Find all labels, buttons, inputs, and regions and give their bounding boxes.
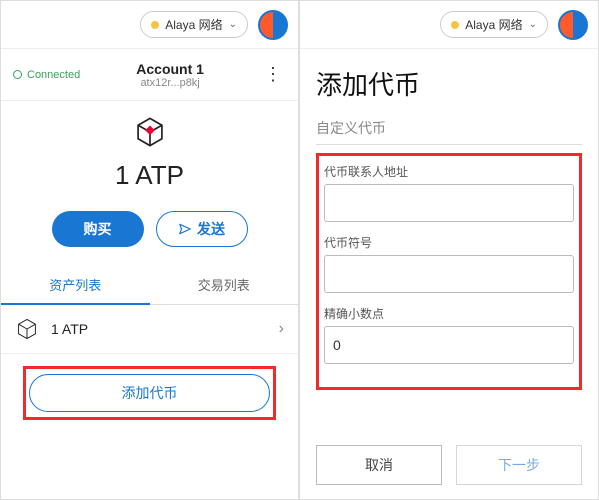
network-selector[interactable]: Alaya 网络 ⌄ bbox=[440, 11, 548, 38]
network-label: Alaya 网络 bbox=[465, 16, 522, 33]
field-token-symbol: 代币符号 bbox=[324, 234, 574, 293]
action-buttons: 购买 发送 bbox=[1, 201, 298, 265]
chevron-down-icon: ⌄ bbox=[529, 19, 537, 30]
send-label: 发送 bbox=[197, 219, 225, 239]
top-header: Alaya 网络 ⌄ bbox=[1, 1, 298, 49]
cancel-label: 取消 bbox=[365, 457, 393, 473]
page-title: 添加代币 bbox=[316, 65, 582, 102]
chevron-right-icon: › bbox=[279, 320, 284, 338]
token-decimals-label: 精确小数点 bbox=[324, 305, 574, 322]
wallet-main-pane: Alaya 网络 ⌄ Connected Account 1 atx12r...… bbox=[0, 0, 299, 500]
avatar[interactable] bbox=[258, 10, 288, 40]
tab-transactions[interactable]: 交易列表 bbox=[150, 265, 299, 304]
account-row: Connected Account 1 atx12r...p8kj ⋮ bbox=[1, 49, 298, 101]
token-symbol-input[interactable] bbox=[324, 255, 574, 293]
token-decimals-input[interactable] bbox=[324, 326, 574, 364]
network-label: Alaya 网络 bbox=[165, 16, 222, 33]
chevron-down-icon: ⌄ bbox=[229, 19, 237, 30]
balance-amount: 1 ATP bbox=[1, 160, 298, 191]
token-symbol-label: 代币符号 bbox=[324, 234, 574, 251]
buy-button[interactable]: 购买 bbox=[52, 211, 144, 247]
avatar[interactable] bbox=[558, 10, 588, 40]
token-cube-icon bbox=[133, 115, 167, 149]
network-selector[interactable]: Alaya 网络 ⌄ bbox=[140, 11, 248, 38]
asset-cube-icon bbox=[15, 317, 39, 341]
network-dot-icon bbox=[151, 21, 159, 29]
network-dot-icon bbox=[451, 21, 459, 29]
connected-label: Connected bbox=[27, 69, 80, 81]
next-label: 下一步 bbox=[498, 457, 540, 473]
tab-tx-label: 交易列表 bbox=[198, 278, 250, 293]
connection-status[interactable]: Connected bbox=[13, 69, 80, 81]
field-token-decimals: 精确小数点 bbox=[324, 305, 574, 364]
next-button[interactable]: 下一步 bbox=[456, 445, 582, 485]
tab-assets-label: 资产列表 bbox=[49, 278, 101, 293]
add-token-label: 添加代币 bbox=[122, 385, 178, 401]
send-button[interactable]: 发送 bbox=[156, 211, 248, 247]
cancel-button[interactable]: 取消 bbox=[316, 445, 442, 485]
token-address-label: 代币联系人地址 bbox=[324, 163, 574, 180]
add-token-button[interactable]: 添加代币 bbox=[29, 374, 270, 412]
add-token-wrap: 添加代币 bbox=[1, 354, 298, 432]
account-info[interactable]: Account 1 atx12r...p8kj bbox=[80, 61, 260, 89]
form-area: 代币联系人地址 代币符号 精确小数点 bbox=[316, 153, 582, 390]
asset-list-item[interactable]: 1 ATP › bbox=[1, 305, 298, 354]
asset-amount: 1 ATP bbox=[51, 321, 279, 337]
buy-label: 购买 bbox=[84, 219, 112, 239]
subtab-custom-token[interactable]: 自定义代币 bbox=[316, 112, 582, 145]
send-icon bbox=[178, 222, 192, 236]
token-address-input[interactable] bbox=[324, 184, 574, 222]
right-body: 添加代币 自定义代币 代币联系人地址 代币符号 精确小数点 bbox=[300, 49, 598, 431]
account-address: atx12r...p8kj bbox=[80, 77, 260, 89]
account-name: Account 1 bbox=[80, 61, 260, 77]
footer-buttons: 取消 下一步 bbox=[300, 431, 598, 499]
more-menu-icon[interactable]: ⋮ bbox=[260, 64, 286, 85]
add-token-pane: Alaya 网络 ⌄ 添加代币 自定义代币 代币联系人地址 代币符号 精确小数点 bbox=[299, 0, 599, 500]
balance-section: 1 ATP bbox=[1, 101, 298, 201]
top-header-right: Alaya 网络 ⌄ bbox=[300, 1, 598, 49]
connected-dot-icon bbox=[13, 70, 22, 79]
tabs: 资产列表 交易列表 bbox=[1, 265, 298, 305]
tab-assets[interactable]: 资产列表 bbox=[1, 265, 150, 304]
field-token-address: 代币联系人地址 bbox=[324, 163, 574, 222]
